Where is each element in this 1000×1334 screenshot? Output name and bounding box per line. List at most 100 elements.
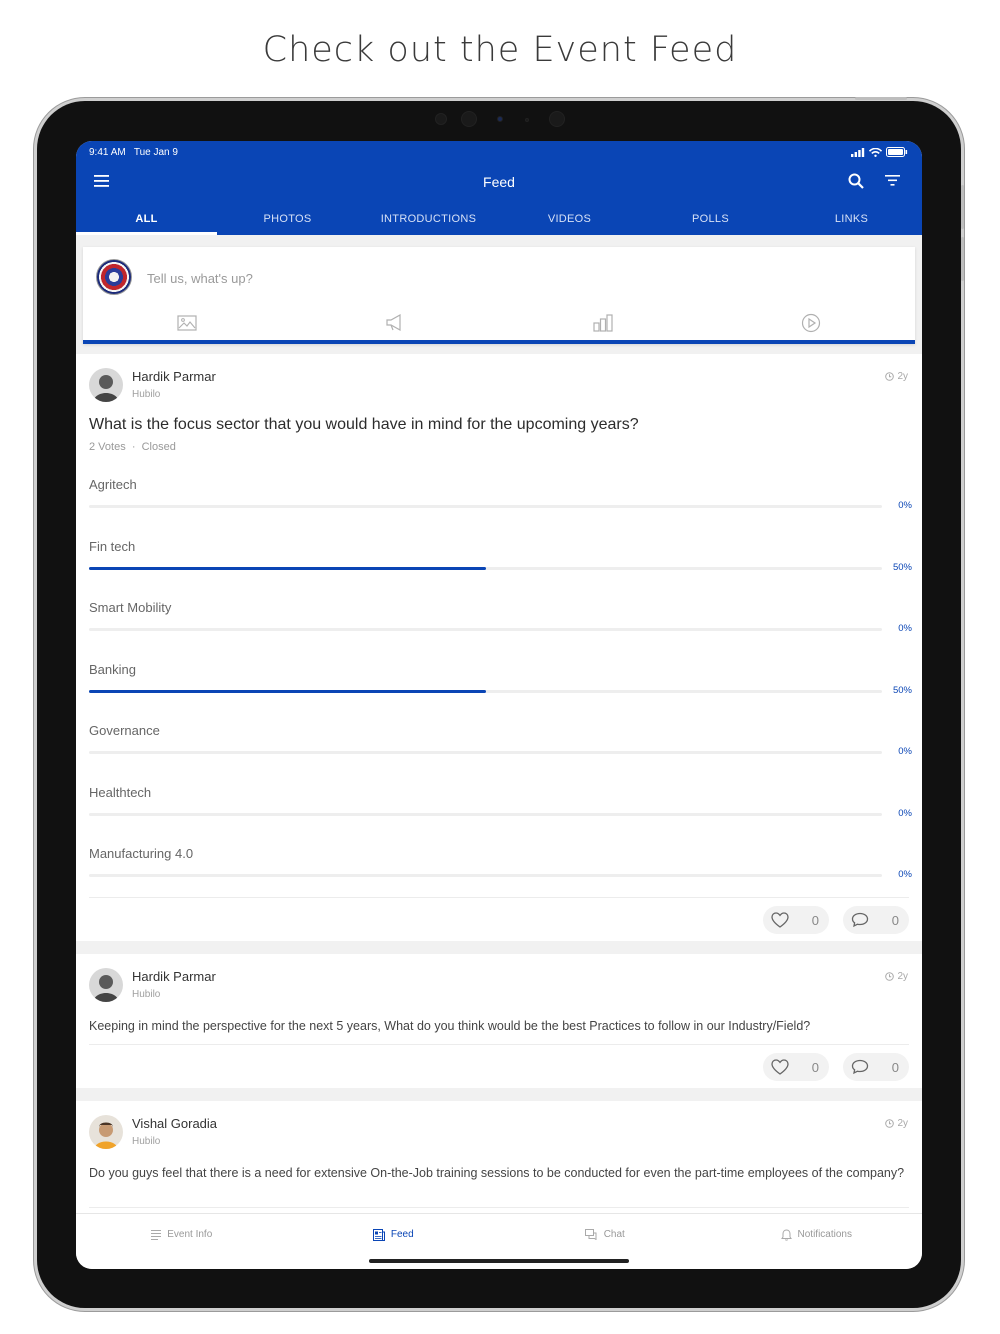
poll-option-bar-fill bbox=[89, 566, 486, 570]
comment-button[interactable]: 0 bbox=[843, 906, 909, 934]
status-time: 9:41 AM bbox=[89, 146, 126, 158]
heart-icon bbox=[771, 912, 789, 928]
nav-label: Notifications bbox=[797, 1229, 852, 1240]
tab-links[interactable]: LINKS bbox=[781, 203, 922, 235]
post-body: Keeping in mind the perspective for the … bbox=[89, 1019, 811, 1033]
poll-status: Closed bbox=[141, 441, 176, 453]
card-divider bbox=[89, 1044, 909, 1045]
post-time: 2y bbox=[885, 971, 908, 982]
volume-up-button bbox=[961, 185, 964, 229]
text-post-card: Hardik Parmar Hubilo 2y Keeping in mind … bbox=[76, 954, 922, 1088]
post-reactions: 0 0 bbox=[763, 906, 909, 934]
poll-option-label: Banking bbox=[89, 661, 136, 677]
bell-icon bbox=[780, 1229, 792, 1241]
announcement-button[interactable] bbox=[291, 312, 499, 334]
heart-icon bbox=[771, 1059, 789, 1075]
like-button[interactable]: 0 bbox=[763, 1053, 829, 1081]
poll-meta: 2 Votes · Closed bbox=[89, 441, 176, 453]
poll-option-label: Healthtech bbox=[89, 784, 152, 800]
megaphone-icon bbox=[386, 314, 401, 332]
tab-all[interactable]: ALL bbox=[76, 203, 217, 235]
poll-option-percent: 0% bbox=[898, 807, 912, 819]
add-video-button[interactable] bbox=[707, 312, 915, 334]
like-count: 0 bbox=[811, 912, 819, 928]
author-org: Hubilo bbox=[132, 389, 161, 400]
comment-icon bbox=[851, 1059, 869, 1075]
top-button bbox=[855, 97, 907, 100]
app-screen: 9:41 AM Tue Jan 9 Feed ALL PHOTOS INTROD… bbox=[76, 141, 922, 1269]
card-divider bbox=[89, 897, 909, 898]
like-count: 0 bbox=[811, 1059, 819, 1075]
author-avatar[interactable] bbox=[89, 968, 123, 1002]
poll-option-percent: 0% bbox=[898, 869, 912, 880]
tab-polls[interactable]: POLLS bbox=[640, 203, 781, 235]
poll-option-percent: 0% bbox=[898, 746, 912, 757]
sensor-icon bbox=[461, 111, 477, 127]
post-time: 2y bbox=[885, 1118, 908, 1129]
add-photo-button[interactable] bbox=[83, 312, 291, 334]
poll-option-label: Governance bbox=[89, 723, 160, 738]
feed-icon bbox=[372, 1229, 385, 1241]
clock-icon bbox=[885, 1119, 895, 1128]
bar-chart-icon bbox=[593, 314, 613, 332]
poll-option-bar bbox=[89, 505, 882, 508]
nav-label: Event Info bbox=[167, 1229, 213, 1240]
poll-option-bar bbox=[89, 689, 882, 693]
composer-input[interactable]: Tell us, what's up? bbox=[147, 271, 253, 286]
author-org: Hubilo bbox=[132, 989, 161, 1000]
nav-notifications[interactable]: Notifications bbox=[711, 1214, 923, 1269]
poll-option-bar bbox=[89, 874, 882, 877]
clock-icon bbox=[885, 372, 895, 381]
chat-icon bbox=[584, 1229, 597, 1240]
tab-photos[interactable]: PHOTOS bbox=[217, 203, 358, 235]
comment-button[interactable]: 0 bbox=[843, 1053, 909, 1081]
signal-icon bbox=[851, 147, 865, 157]
volume-down-button bbox=[961, 237, 964, 281]
sensor-icon bbox=[549, 111, 565, 127]
camera-icon bbox=[497, 116, 503, 122]
tablet-frame: 9:41 AM Tue Jan 9 Feed ALL PHOTOS INTROD… bbox=[37, 97, 964, 1308]
post-time-text: 2y bbox=[897, 1118, 908, 1129]
author-name[interactable]: Hardik Parmar bbox=[132, 369, 216, 384]
post-time: 2y bbox=[885, 371, 908, 382]
author-avatar[interactable] bbox=[89, 1115, 123, 1149]
poll-question: What is the focus sector that you would … bbox=[89, 416, 639, 433]
poll-option-percent: 50% bbox=[892, 561, 912, 573]
comment-icon bbox=[851, 912, 869, 928]
play-icon bbox=[801, 313, 821, 333]
post-reactions: 0 0 bbox=[763, 1053, 909, 1081]
tab-introductions[interactable]: INTRODUCTIONS bbox=[358, 203, 499, 235]
poll-option-percent: 0% bbox=[898, 623, 912, 634]
poll-option-label: Fin tech bbox=[89, 538, 136, 554]
poll-option: Fin tech 50% bbox=[89, 539, 912, 599]
author-name[interactable]: Hardik Parmar bbox=[132, 969, 216, 984]
poll-option-label: Manufacturing 4.0 bbox=[89, 846, 194, 861]
app-bar: 9:41 AM Tue Jan 9 Feed ALL PHOTOS INTROD… bbox=[76, 141, 922, 235]
text-post-card: Vishal Goradia Hubilo 2y Do you guys fee… bbox=[76, 1101, 922, 1221]
author-name[interactable]: Vishal Goradia bbox=[132, 1116, 217, 1131]
author-org: Hubilo bbox=[132, 1136, 161, 1147]
toolbar: Feed bbox=[76, 169, 922, 195]
page-title: Feed bbox=[483, 174, 515, 190]
clock-icon bbox=[885, 972, 895, 981]
image-icon bbox=[177, 315, 197, 331]
search-icon[interactable] bbox=[848, 173, 864, 189]
poll-option: Healthtech 0% bbox=[89, 785, 912, 845]
poll-option: Governance 0% bbox=[89, 723, 912, 783]
post-composer: Tell us, what's up? bbox=[83, 247, 915, 344]
author-avatar[interactable] bbox=[89, 368, 123, 402]
poll-option-bar bbox=[89, 751, 882, 754]
user-avatar[interactable] bbox=[96, 259, 132, 295]
nav-event-info[interactable]: Event Info bbox=[76, 1214, 288, 1269]
tab-videos[interactable]: VIDEOS bbox=[499, 203, 640, 235]
like-button[interactable]: 0 bbox=[763, 906, 829, 934]
poll-option-bar bbox=[89, 628, 882, 631]
poll-option-bar-fill bbox=[89, 689, 486, 693]
status-bar: 9:41 AM Tue Jan 9 bbox=[89, 145, 908, 159]
filter-icon[interactable] bbox=[885, 175, 900, 186]
list-icon bbox=[151, 1230, 162, 1240]
create-poll-button[interactable] bbox=[499, 312, 707, 334]
poll-option-label: Smart Mobility bbox=[89, 600, 172, 615]
page-headline: Check out the Event Feed bbox=[262, 30, 738, 70]
poll-option-bar bbox=[89, 812, 882, 816]
